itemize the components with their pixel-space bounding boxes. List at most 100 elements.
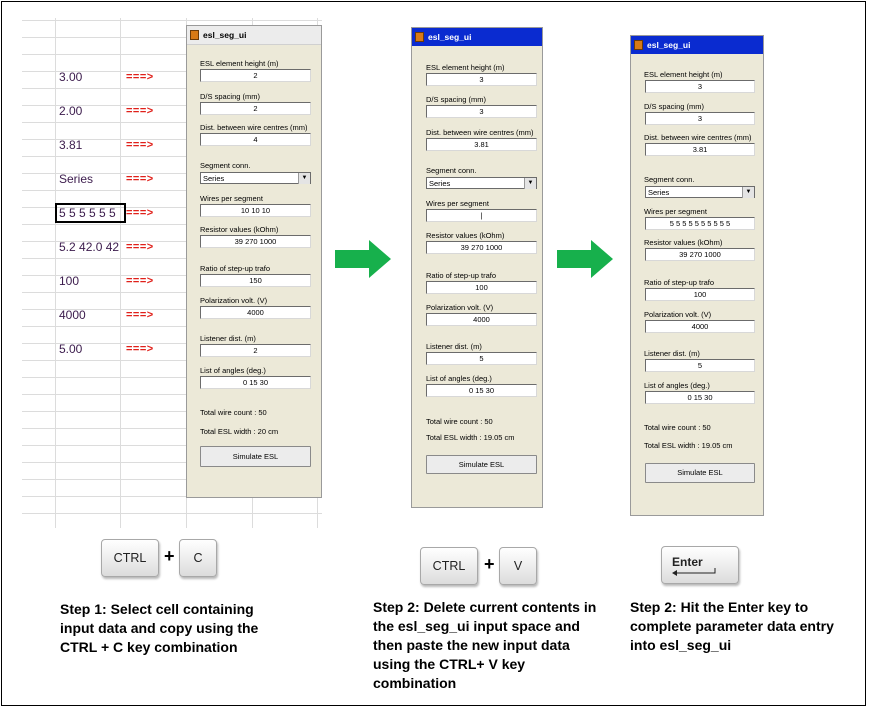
segment-conn-value: Series [648, 188, 670, 197]
listener-dist-label: Listener dist. (m) [644, 349, 700, 358]
green-arrow-icon-2 [557, 240, 613, 278]
wire-dist-input[interactable]: 4 [200, 133, 311, 146]
cell-value[interactable]: 3.00 [59, 70, 123, 84]
angles-label: List of angles (deg.) [644, 381, 710, 390]
listener-dist-input[interactable]: 5 [645, 359, 755, 372]
ds-spacing-input[interactable]: 3 [645, 112, 755, 125]
segment-conn-label: Segment conn. [426, 166, 477, 175]
wires-per-segment-label: Wires per segment [426, 199, 489, 208]
trafo-ratio-input[interactable]: 100 [645, 288, 755, 301]
angles-input[interactable]: 0 15 30 [426, 384, 537, 397]
cell-value[interactable]: 100 [59, 274, 123, 288]
angles-label: List of angles (deg.) [200, 366, 266, 375]
segment-conn-select[interactable]: Series ▼ [645, 186, 755, 198]
dialog-title-bar[interactable]: esl_seg_ui [631, 36, 763, 54]
chevron-down-icon[interactable]: ▼ [298, 173, 310, 184]
height-input[interactable]: 3 [426, 73, 537, 86]
total-wire-count: Total wire count : 50 [200, 408, 267, 417]
listener-dist-input[interactable]: 5 [426, 352, 537, 365]
listener-dist-label: Listener dist. (m) [426, 342, 482, 351]
ds-spacing-label: D/S spacing (mm) [200, 92, 261, 101]
esl-seg-ui-dialog-1: esl_seg_ui ESL element height (m) 2 D/S sp… [186, 25, 322, 498]
resistor-values-input[interactable]: 39 270 1000 [200, 235, 311, 248]
resistor-values-label: Resistor values (kOhm) [644, 238, 723, 247]
wire-dist-label: Dist. between wire centres (mm) [200, 123, 308, 132]
wires-per-segment-label: Wires per segment [644, 207, 707, 216]
wires-per-segment-input[interactable]: | [426, 209, 537, 222]
pointer-arrow-text: ===> [126, 105, 154, 117]
trafo-ratio-input[interactable]: 150 [200, 274, 311, 287]
height-input[interactable]: 3 [645, 80, 755, 93]
ds-spacing-input[interactable]: 3 [426, 105, 537, 118]
plus-sign: + [484, 554, 495, 574]
matlab-icon [634, 40, 643, 50]
cell-value[interactable]: Series [59, 172, 123, 186]
polarization-volt-input[interactable]: 4000 [426, 313, 537, 326]
trafo-ratio-label: Ratio of step-up trafo [200, 264, 271, 273]
selected-cell-border [55, 203, 126, 223]
height-input[interactable]: 2 [200, 69, 311, 82]
cell-value[interactable]: 4000 [59, 308, 123, 322]
simulate-esl-button[interactable]: Simulate ESL [200, 446, 311, 467]
polarization-volt-label: Polarization volt. (V) [426, 303, 494, 312]
total-esl-width: Total ESL width : 19.05 cm [644, 441, 733, 450]
ds-spacing-input[interactable]: 2 [200, 102, 311, 115]
chevron-down-icon[interactable]: ▼ [524, 178, 536, 189]
polarization-volt-input[interactable]: 4000 [200, 306, 311, 319]
height-label: ESL element height (m) [644, 70, 723, 79]
total-esl-width: Total ESL width : 20 cm [200, 427, 279, 436]
plus-sign: + [164, 546, 175, 566]
ds-spacing-label: D/S spacing (mm) [426, 95, 487, 104]
return-arrow-icon [672, 567, 716, 576]
dialog-title: esl_seg_ui [203, 30, 247, 40]
wire-dist-input[interactable]: 3.81 [645, 143, 755, 156]
green-arrow-icon-1 [335, 240, 391, 278]
total-wire-count: Total wire count : 50 [426, 417, 493, 426]
ctrl-key: CTRL [420, 547, 478, 585]
cell-value[interactable]: 5.00 [59, 342, 123, 356]
resistor-values-input[interactable]: 39 270 1000 [426, 241, 537, 254]
ds-spacing-label: D/S spacing (mm) [644, 102, 705, 111]
wires-per-segment-input[interactable]: 5 5 5 5 5 5 5 5 5 5 [645, 217, 755, 230]
grid-row-line [22, 20, 322, 21]
pointer-arrow-text: ===> [126, 173, 154, 185]
pointer-arrow-text: ===> [126, 71, 154, 83]
polarization-volt-input[interactable]: 4000 [645, 320, 755, 333]
trafo-ratio-input[interactable]: 100 [426, 281, 537, 294]
dialog-title-bar[interactable]: esl_seg_ui [412, 28, 542, 46]
resistor-values-label: Resistor values (kOhm) [426, 231, 505, 240]
v-key: V [499, 547, 537, 585]
listener-dist-input[interactable]: 2 [200, 344, 311, 357]
resistor-values-label: Resistor values (kOhm) [200, 225, 279, 234]
total-esl-width: Total ESL width : 19.05 cm [426, 433, 515, 442]
listener-dist-label: Listener dist. (m) [200, 334, 256, 343]
cell-value[interactable]: 5.2 42.0 42 [59, 240, 123, 254]
wires-per-segment-label: Wires per segment [200, 194, 263, 203]
polarization-volt-label: Polarization volt. (V) [200, 296, 268, 305]
cell-value[interactable]: 2.00 [59, 104, 123, 118]
wire-dist-label: Dist. between wire centres (mm) [644, 133, 752, 142]
c-key: C [179, 539, 217, 577]
angles-input[interactable]: 0 15 30 [645, 391, 755, 404]
pointer-arrow-text: ===> [126, 275, 154, 287]
wire-dist-input[interactable]: 3.81 [426, 138, 537, 151]
simulate-esl-button[interactable]: Simulate ESL [645, 463, 755, 483]
resistor-values-input[interactable]: 39 270 1000 [645, 248, 755, 261]
dialog-title-bar[interactable]: esl_seg_ui [187, 26, 321, 45]
height-label: ESL element height (m) [200, 59, 279, 68]
segment-conn-select[interactable]: Series ▼ [200, 172, 311, 184]
grid-col-line [55, 18, 56, 528]
simulate-esl-button[interactable]: Simulate ESL [426, 455, 537, 474]
segment-conn-select[interactable]: Series ▼ [426, 177, 537, 189]
trafo-ratio-label: Ratio of step-up trafo [644, 278, 715, 287]
chevron-down-icon[interactable]: ▼ [742, 187, 754, 198]
pointer-arrow-text: ===> [126, 309, 154, 321]
step-3-text: Step 2: Hit the Enter key to complete pa… [630, 599, 834, 653]
ctrl-key: CTRL [101, 539, 159, 577]
angles-input[interactable]: 0 15 30 [200, 376, 311, 389]
wires-per-segment-input[interactable]: 10 10 10 [200, 204, 311, 217]
dialog-title: esl_seg_ui [647, 40, 691, 50]
cell-value[interactable]: 3.81 [59, 138, 123, 152]
segment-conn-value: Series [203, 174, 225, 183]
esl-seg-ui-dialog-3: esl_seg_ui ESL element height (m) 3 D/S sp… [630, 35, 764, 516]
